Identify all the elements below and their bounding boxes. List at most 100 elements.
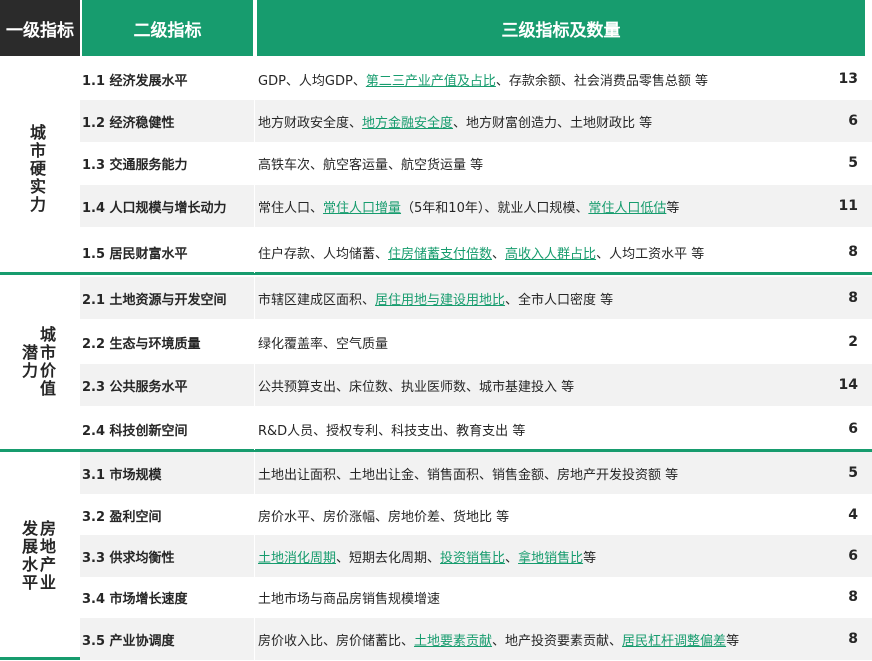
column-divider [254, 185, 255, 227]
column-divider [254, 142, 255, 184]
indicator-text: 公共预算支出、床位数、执业医师数、城市基建投入 等 [258, 379, 575, 395]
indicator-count: 6 [848, 113, 858, 129]
tertiary-indicators: R&D人员、授权专利、科技支出、教育支出 等 [258, 408, 525, 450]
secondary-indicator: 3.5 产业协调度 [82, 633, 175, 649]
table-row: 1.4 人口规模与增长动力 常住人口、 常住人口增量 （5年和10年）、就业人口规模、… [80, 185, 872, 227]
indicator-text: 等 [726, 633, 740, 649]
column-divider [254, 364, 255, 406]
indicator-count: 4 [848, 507, 858, 523]
indicator-text: 市辖区建成区面积、 [258, 292, 376, 308]
column-divider [254, 452, 255, 494]
indicator-count: 8 [848, 244, 858, 260]
indicator-text: GDP、人均GDP、 [258, 73, 366, 89]
highlighted-indicator: 常住人口低估 [588, 200, 667, 216]
column-divider [254, 535, 255, 577]
secondary-indicator: 3.2 盈利空间 [82, 509, 162, 525]
indicator-text: 、短期去化周期、 [336, 550, 441, 566]
secondary-indicator: 2.3 公共服务水平 [82, 379, 188, 395]
indicator-text: 等 [583, 550, 597, 566]
indicator-count: 5 [848, 465, 858, 481]
table-row: 3.2 盈利空间 房价水平、房价涨幅、房地价差、货地比 等 4 [80, 494, 872, 536]
secondary-indicator: 1.3 交通服务能力 [82, 157, 188, 173]
table-row: 1.1 经济发展水平 GDP、人均GDP、 第二三产业产值及占比 、存款余额、社会消费… [80, 58, 872, 100]
indicator-text: 等 [666, 200, 680, 216]
table-row: 3.5 产业协调度 房价收入比、房价储蓄比、 土地要素贡献 、地产投资要素贡献、 居民杠… [80, 618, 872, 660]
table-row: 2.4 科技创新空间 R&D人员、授权专利、科技支出、教育支出 等 6 [80, 408, 872, 450]
indicator-text: 房价收入比、房价储蓄比、 [258, 633, 415, 649]
table-row: 1.5 居民财富水平 住户存款、人均储蓄、 住房储蓄支付倍数、高收入人群占比 、人均工… [80, 231, 872, 273]
highlighted-indicator: 拿地销售比 [518, 550, 584, 566]
highlighted-indicator: 投资销售比 [440, 550, 506, 566]
indicator-count: 13 [838, 71, 858, 87]
indicator-count: 8 [848, 290, 858, 306]
indicator-text: 、人均工资水平 等 [596, 246, 705, 262]
tertiary-indicators: GDP、人均GDP、 第二三产业产值及占比 、存款余额、社会消费品零售总额 等 [258, 58, 708, 100]
column-divider [254, 576, 255, 618]
secondary-indicator: 3.3 供求均衡性 [82, 550, 175, 566]
column-divider [254, 100, 255, 142]
table-row: 3.3 供求均衡性 土地消化周期 、短期去化周期、 投资销售比、拿地销售比 等 6 [80, 535, 872, 577]
secondary-indicator: 2.2 生态与环境质量 [82, 336, 201, 352]
indicator-text: 、 [492, 246, 506, 262]
group-label-city-hard-power: 城 市 硬 实 力 [30, 123, 47, 214]
column-divider [254, 58, 255, 100]
indicator-text: 住户存款、人均储蓄、 [258, 246, 389, 262]
indicator-text: 绿化覆盖率、空气质量 [258, 336, 389, 352]
indicator-count: 6 [848, 548, 858, 564]
indicator-count: 6 [848, 421, 858, 437]
table-row: 2.1 土地资源与开发空间 市辖区建成区面积、 居住用地与建设用地比 、全市人口密度 … [80, 277, 872, 319]
table-row: 3.1 市场规模 土地出让面积、土地出让金、销售面积、销售金额、房地产开发投资额 … [80, 452, 872, 494]
secondary-indicator: 1.1 经济发展水平 [82, 73, 188, 89]
indicator-count: 14 [838, 377, 858, 393]
indicator-text: 、存款余额、社会消费品零售总额 等 [495, 73, 709, 89]
indicator-text: 土地出让面积、土地出让金、销售面积、销售金额、房地产开发投资额 等 [258, 467, 679, 483]
tertiary-indicators: 地方财政安全度、 地方金融安全度 、地方财富创造力、土地财政比 等 [258, 100, 652, 142]
indicator-text: 、地方财富创造力、土地财政比 等 [453, 115, 653, 131]
tertiary-indicators: 市辖区建成区面积、 居住用地与建设用地比 、全市人口密度 等 [258, 277, 613, 319]
column-divider [254, 231, 255, 273]
indicator-text: 土地市场与商品房销售规模增速 [258, 591, 441, 607]
secondary-indicator: 3.4 市场增长速度 [82, 591, 188, 607]
highlighted-indicator: 常住人口增量 [323, 200, 402, 216]
indicator-count: 11 [838, 198, 858, 214]
table-row: 1.2 经济稳健性 地方财政安全度、 地方金融安全度 、地方财富创造力、土地财政比 等… [80, 100, 872, 142]
indicator-text: 、全市人口密度 等 [505, 292, 614, 308]
highlighted-indicator: 土地消化周期 [258, 550, 337, 566]
secondary-indicator: 1.2 经济稳健性 [82, 115, 175, 131]
indicator-text: 、地产投资要素贡献、 [492, 633, 623, 649]
highlighted-indicator: 住房储蓄支付倍数 [388, 246, 493, 262]
highlighted-indicator: 地方金融安全度 [362, 115, 454, 131]
tertiary-indicators: 土地市场与商品房销售规模增速 [258, 576, 440, 618]
secondary-indicator: 2.4 科技创新空间 [82, 423, 188, 439]
indicator-text: 地方财政安全度、 [258, 115, 363, 131]
highlighted-indicator: 居民杠杆调整偏差 [622, 633, 727, 649]
tertiary-indicators: 土地消化周期 、短期去化周期、 投资销售比、拿地销售比 等 [258, 535, 596, 577]
indicator-text: 高铁车次、航空客运量、航空货运量 等 [258, 157, 484, 173]
indicator-count: 5 [848, 155, 858, 171]
secondary-indicator: 2.1 土地资源与开发空间 [82, 292, 227, 308]
table-row: 3.4 市场增长速度 土地市场与商品房销售规模增速 8 [80, 576, 872, 618]
tertiary-indicators: 公共预算支出、床位数、执业医师数、城市基建投入 等 [258, 364, 574, 406]
column-divider [254, 494, 255, 536]
highlighted-indicator: 高收入人群占比 [505, 246, 597, 262]
table-row: 1.3 交通服务能力 高铁车次、航空客运量、航空货运量 等 5 [80, 142, 872, 184]
column-divider [254, 408, 255, 450]
column-divider [254, 321, 255, 363]
secondary-indicator: 3.1 市场规模 [82, 467, 162, 483]
column-divider [254, 618, 255, 660]
highlighted-indicator: 土地要素贡献 [414, 633, 493, 649]
highlighted-indicator: 第二三产业产值及占比 [365, 73, 496, 89]
tertiary-indicators: 常住人口、 常住人口增量 （5年和10年）、就业人口规模、 常住人口低估 等 [258, 185, 679, 227]
header-level2: 二级指标 [82, 0, 253, 56]
tertiary-indicators: 房价收入比、房价储蓄比、 土地要素贡献 、地产投资要素贡献、 居民杠杆调整偏差 等 [258, 618, 739, 660]
indicator-count: 8 [848, 589, 858, 605]
tertiary-indicators: 绿化覆盖率、空气质量 [258, 321, 388, 363]
indicator-text: R&D人员、授权专利、科技支出、教育支出 等 [258, 423, 526, 439]
indicator-text: （5年和10年）、就业人口规模、 [401, 200, 589, 216]
tertiary-indicators: 房价水平、房价涨幅、房地价差、货地比 等 [258, 494, 509, 536]
header-level1: 一级指标 [0, 0, 80, 56]
tertiary-indicators: 住户存款、人均储蓄、 住房储蓄支付倍数、高收入人群占比 、人均工资水平 等 [258, 231, 704, 273]
highlighted-indicator: 居住用地与建设用地比 [375, 292, 506, 308]
indicator-text: 常住人口、 [258, 200, 324, 216]
table-row: 2.3 公共服务水平 公共预算支出、床位数、执业医师数、城市基建投入 等 14 [80, 364, 872, 406]
